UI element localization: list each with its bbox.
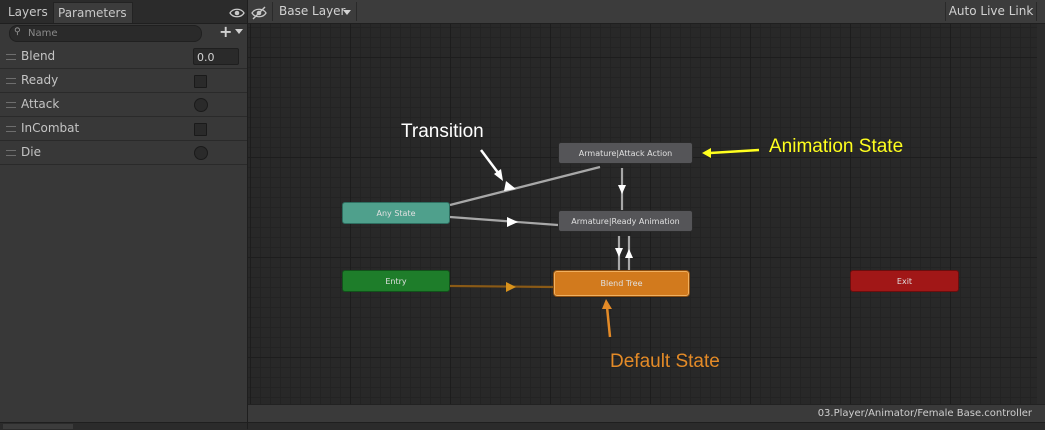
drag-handle-icon[interactable] (6, 78, 16, 84)
attack-trigger[interactable] (194, 98, 208, 112)
tab-parameters[interactable]: Parameters (53, 2, 133, 23)
parameter-name: Die (21, 145, 41, 159)
layer-breadcrumb[interactable]: Base Layer (272, 2, 357, 21)
transition-line[interactable] (449, 215, 559, 227)
hide-icon[interactable] (251, 5, 267, 20)
status-bar: 03.Player/Animator/Female Base.controlle… (248, 404, 1045, 423)
panel-tabs: Layers Parameters (0, 0, 247, 24)
add-parameter-button[interactable]: + (219, 22, 245, 41)
transition-arrow-icon (506, 282, 516, 292)
controller-path: 03.Player/Animator/Female Base.controlle… (817, 408, 1032, 419)
auto-live-link-button[interactable]: Auto Live Link (945, 2, 1037, 21)
eye-icon[interactable] (229, 5, 245, 19)
state-blend-tree[interactable]: Blend Tree (554, 271, 689, 296)
search-input[interactable] (28, 26, 188, 41)
vertical-scrollbar[interactable] (1037, 24, 1045, 404)
arrow-head-icon (702, 148, 711, 158)
parameter-name: InCombat (21, 121, 80, 135)
parameter-row-incombat[interactable]: InCombat (0, 117, 247, 141)
plus-icon: + (219, 22, 233, 41)
parameter-row-blend[interactable]: Blend 0.0 (0, 45, 247, 69)
parameters-panel: Layers Parameters ⚲ + Blend 0.0 Ready At… (0, 0, 248, 430)
search-field[interactable]: ⚲ (9, 25, 202, 42)
drag-handle-icon[interactable] (6, 54, 16, 60)
transition-pointer-arrow (480, 149, 500, 175)
state-ready-animation[interactable]: Armature|Ready Animation (558, 210, 693, 232)
blend-value-field[interactable]: 0.0 (193, 48, 239, 65)
transition-arrow-icon (618, 185, 626, 194)
drag-handle-icon[interactable] (6, 102, 16, 108)
die-trigger[interactable] (194, 146, 208, 160)
search-icon: ⚲ (14, 27, 21, 37)
state-attack-action[interactable]: Armature|Attack Action (558, 142, 693, 164)
entry-transition-line[interactable] (449, 284, 555, 289)
state-exit[interactable]: Exit (850, 270, 959, 292)
transition-arrow-icon (625, 249, 633, 258)
parameter-name: Blend (21, 49, 56, 63)
chevron-down-icon (343, 10, 351, 15)
drag-handle-icon[interactable] (6, 126, 16, 132)
transition-arrow-icon (615, 248, 623, 257)
animation-state-pointer-arrow (709, 148, 760, 155)
parameter-name: Ready (21, 73, 59, 87)
layer-name: Base Layer (279, 4, 346, 18)
transition-annotation: Transition (401, 121, 484, 142)
parameter-row-attack[interactable]: Attack (0, 93, 247, 117)
state-entry[interactable]: Entry (342, 270, 450, 292)
animator-graph[interactable]: Armature|Attack Action Armature|Ready An… (248, 24, 1037, 404)
parameter-name: Attack (21, 97, 60, 111)
transition-arrow-icon (507, 217, 518, 227)
default-state-annotation: Default State (610, 351, 720, 372)
drag-handle-icon[interactable] (6, 150, 16, 156)
state-any-state[interactable]: Any State (342, 202, 450, 224)
chevron-down-icon (235, 29, 243, 34)
default-state-pointer-arrow (605, 306, 612, 338)
arrow-head-icon (602, 299, 612, 309)
bottom-tab[interactable] (3, 424, 73, 429)
graph-toolbar: Base Layer Auto Live Link (248, 0, 1045, 24)
parameter-row-die[interactable]: Die (0, 141, 247, 165)
incombat-checkbox[interactable] (194, 123, 207, 136)
transition-line[interactable] (449, 165, 601, 207)
ready-checkbox[interactable] (194, 75, 207, 88)
parameter-row-ready[interactable]: Ready (0, 69, 247, 93)
animation-state-annotation: Animation State (769, 136, 904, 157)
tab-layers[interactable]: Layers (4, 2, 58, 22)
